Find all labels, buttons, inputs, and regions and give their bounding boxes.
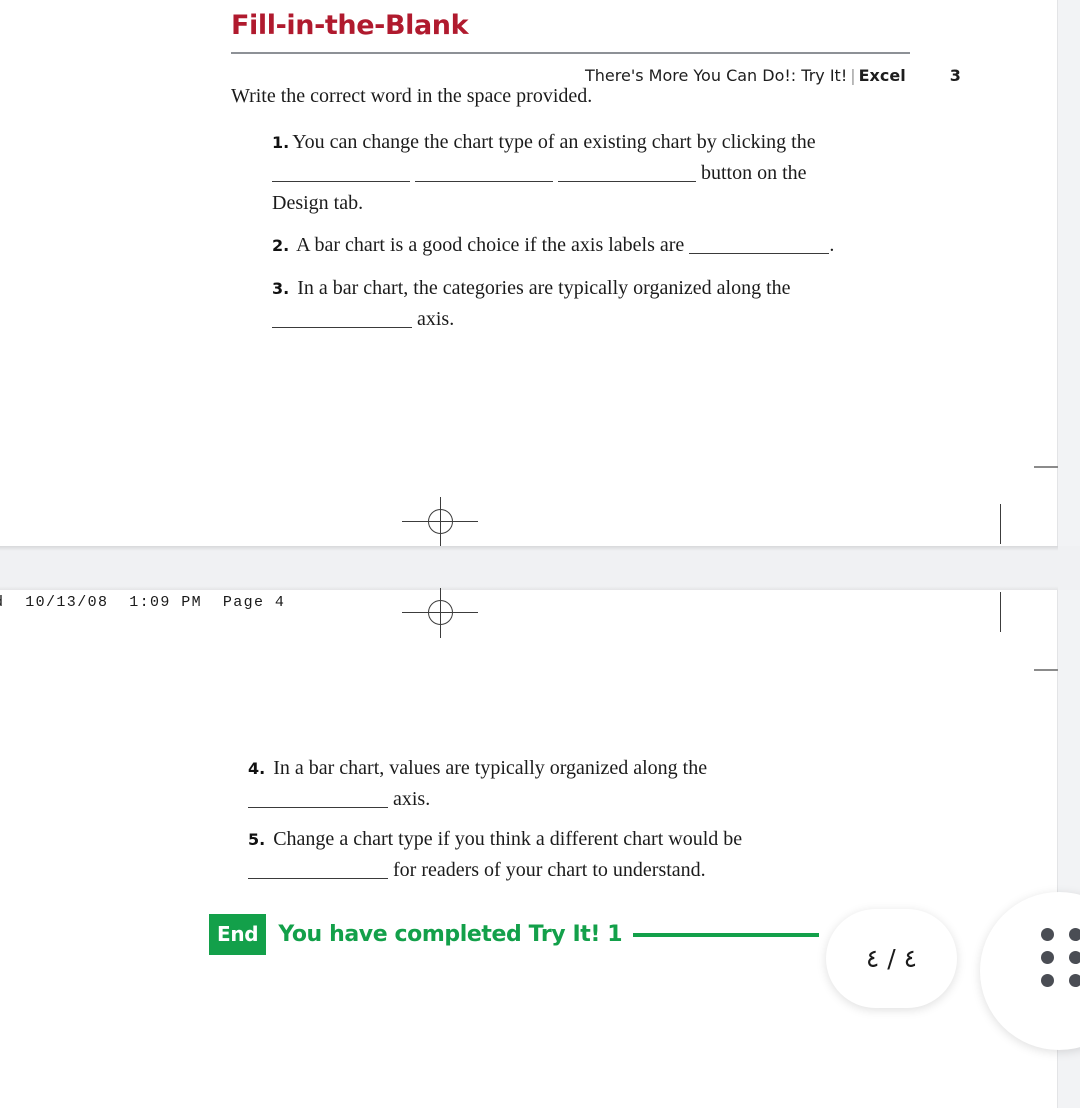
grid-dot [1069, 928, 1080, 941]
trim-mark-vertical [1000, 504, 1001, 544]
grid-dot [1069, 951, 1080, 964]
page-bottom-content: 4. In a bar chart, values are typically … [0, 590, 1058, 1108]
registration-mark-icon [402, 588, 478, 638]
registration-mark-icon [402, 497, 478, 547]
footer-separator: | [850, 66, 856, 85]
grid-dot [1041, 951, 1054, 964]
question-item-2: 2. A bar chart is a good choice if the a… [272, 230, 932, 261]
grid-dots-icon [1041, 928, 1080, 987]
grid-dot [1041, 928, 1054, 941]
question-text-part3: Design tab. [272, 192, 364, 214]
answer-blank[interactable] [272, 327, 412, 328]
answer-blank[interactable] [248, 807, 388, 808]
page-separator-gap [0, 546, 1080, 590]
page-title: Fill-in-the-Blank [231, 10, 469, 41]
question-text-part1: You can change the chart type of an exis… [292, 131, 816, 153]
document-page-top: Fill-in-the-Blank Write the correct word… [0, 0, 1058, 546]
question-text-part2: button on the [701, 162, 807, 184]
question-item-5: 5. Change a chart type if you think a di… [248, 824, 908, 885]
question-text-part2: for readers of your chart to understand. [393, 859, 706, 881]
trim-mark-vertical [1000, 592, 1001, 632]
gap-shadow-top [0, 546, 1058, 551]
question-text-part1: Change a chart type if you think a diffe… [273, 828, 743, 850]
question-text-part2: . [829, 234, 835, 256]
instruction-text: Write the correct word in the space prov… [231, 85, 593, 107]
grid-dot [1069, 974, 1080, 987]
page-top-content: Fill-in-the-Blank Write the correct word… [0, 0, 1058, 546]
question-number: 3. [272, 279, 290, 298]
question-text-part2: axis. [417, 308, 455, 330]
registration-ring [428, 600, 453, 625]
question-number: 4. [248, 759, 266, 778]
question-item-3: 3. In a bar chart, the categories are ty… [272, 273, 932, 334]
page-indicator-label: ٤ / ٤ [865, 944, 918, 973]
trim-mark-horizontal [1034, 669, 1058, 671]
footer-product: Excel [858, 66, 906, 85]
answer-blank[interactable] [272, 181, 410, 182]
question-item-1: 1. You can change the chart type of an ex… [272, 127, 912, 218]
end-chip-label: End [209, 914, 267, 955]
answer-blank[interactable] [415, 181, 553, 182]
question-number: 1. [272, 133, 290, 152]
printer-slug-line: d 10/13/08 1:09 PM Page 4 [0, 594, 286, 611]
question-text-part1: A bar chart is a good choice if the axis… [296, 234, 685, 256]
answer-blank[interactable] [558, 181, 696, 182]
answer-blank[interactable] [689, 253, 830, 254]
question-text-part1: In a bar chart, values are typically org… [273, 757, 708, 779]
end-rule [633, 932, 820, 937]
end-banner: End You have completed Try It! 1 [209, 912, 820, 957]
question-number: 5. [248, 830, 266, 849]
grid-dot [1041, 974, 1054, 987]
footer-series-title: There's More You Can Do!: Try It! [585, 66, 848, 85]
title-divider [231, 52, 910, 54]
page-indicator[interactable]: ٤ / ٤ [826, 909, 957, 1008]
document-page-bottom: 4. In a bar chart, values are typically … [0, 590, 1058, 1108]
question-text-part1: In a bar chart, the categories are typic… [297, 277, 791, 299]
registration-ring [428, 509, 453, 534]
trim-mark-horizontal [1034, 466, 1058, 468]
document-viewer[interactable]: Fill-in-the-Blank Write the correct word… [0, 0, 1080, 1108]
footer-page-number: 3 [949, 66, 961, 85]
question-number: 2. [272, 236, 290, 255]
question-item-4: 4. In a bar chart, values are typically … [248, 753, 908, 814]
answer-blank[interactable] [248, 878, 388, 879]
question-text-part2: axis. [393, 788, 431, 810]
end-message: You have completed Try It! 1 [278, 922, 623, 947]
page-footer: There's More You Can Do!: Try It! | Excel 3 [585, 66, 961, 85]
